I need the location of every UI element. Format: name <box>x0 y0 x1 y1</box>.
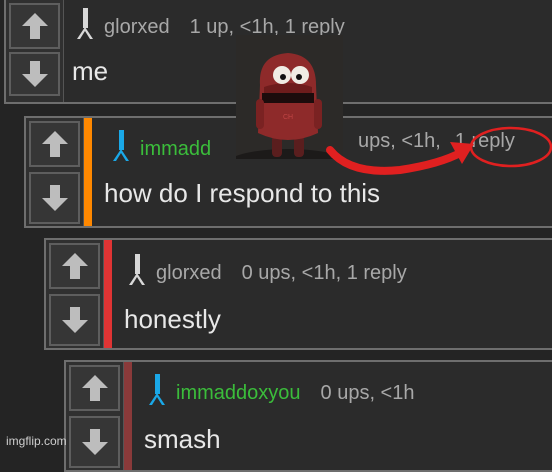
arrow-down-icon <box>41 185 68 211</box>
arrow-up-icon <box>21 13 48 39</box>
comment-meta: 0 ups, <1h <box>320 381 415 404</box>
thread-rail <box>84 118 92 226</box>
thread-rail <box>124 362 132 470</box>
upvote-button[interactable] <box>29 121 80 167</box>
comment-header: immaddoxyou 0 ups, <1h <box>146 374 414 412</box>
username[interactable]: immadd <box>140 138 211 161</box>
comment-meta: ups, <1h, <box>358 130 441 152</box>
username[interactable]: immaddoxyou <box>176 382 301 405</box>
downvote-button[interactable] <box>29 172 80 224</box>
upvote-button[interactable] <box>9 3 60 49</box>
thread-rail <box>104 240 112 348</box>
stick-figure-avatar-icon[interactable] <box>110 130 132 168</box>
vote-column <box>46 240 104 348</box>
watermark-text: imgflip.com <box>6 434 67 448</box>
comment-text: smash <box>144 424 221 454</box>
comment-4: immaddoxyou 0 ups, <1h smash <box>64 360 552 472</box>
svg-text:CH: CH <box>283 114 293 121</box>
meme-image: CH <box>236 35 343 159</box>
reply-count-link[interactable]: 1 reply <box>455 130 515 153</box>
arrow-down-icon <box>61 307 88 333</box>
comment-meta: 0 ups, <1h, 1 reply <box>241 261 407 284</box>
stick-figure-avatar-icon[interactable] <box>126 254 148 292</box>
comment-text: me <box>72 56 109 86</box>
vote-column <box>66 362 124 470</box>
downvote-button[interactable] <box>69 416 120 468</box>
arrow-up-icon <box>81 375 108 401</box>
comment-meta-group: ups, <1h, 1 reply <box>358 130 515 153</box>
arrow-up-icon <box>41 131 68 157</box>
comment-text: how do I respond to this <box>104 178 381 208</box>
vote-column <box>6 0 64 102</box>
stick-figure-avatar-icon[interactable] <box>74 8 96 46</box>
vote-column <box>26 118 84 226</box>
upvote-button[interactable] <box>69 365 120 411</box>
comment-3: glorxed 0 ups, <1h, 1 reply honestly <box>44 238 552 350</box>
arrow-down-icon <box>21 61 48 87</box>
arrow-down-icon <box>81 429 108 455</box>
arrow-up-icon <box>61 253 88 279</box>
downvote-button[interactable] <box>9 52 60 96</box>
comment-text: honestly <box>124 304 221 334</box>
username[interactable]: glorxed <box>104 16 170 39</box>
username[interactable]: glorxed <box>156 262 222 285</box>
comment-header: immadd <box>110 130 211 168</box>
downvote-button[interactable] <box>49 294 100 346</box>
comment-header: glorxed 0 ups, <1h, 1 reply <box>126 254 407 292</box>
stick-figure-avatar-icon[interactable] <box>146 374 168 412</box>
upvote-button[interactable] <box>49 243 100 289</box>
